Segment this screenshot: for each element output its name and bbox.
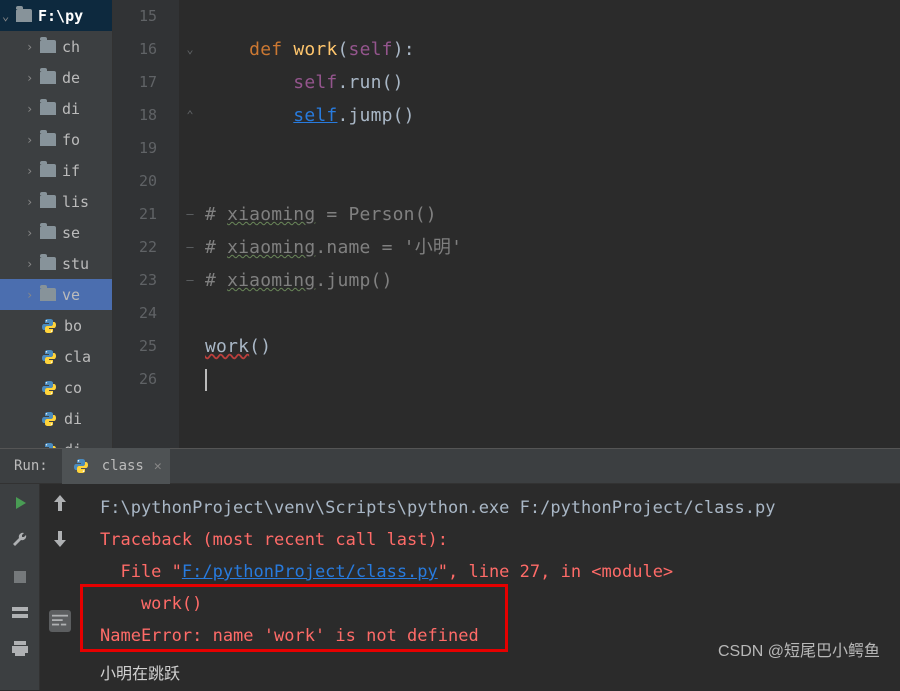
tree-item[interactable]: cla: [0, 341, 112, 372]
line-number: 25: [113, 330, 157, 363]
tree-item-label: if: [62, 162, 80, 180]
layout-button[interactable]: [9, 602, 31, 624]
tree-item-label: di: [64, 410, 82, 428]
tree-item[interactable]: › di: [0, 93, 112, 124]
tree-item-label: lis: [62, 193, 89, 211]
tree-item[interactable]: bo: [0, 310, 112, 341]
tree-item-label: bo: [64, 317, 82, 335]
chevron-right-icon: ›: [26, 195, 40, 209]
text-cursor: [205, 369, 207, 391]
chevron-right-icon: ›: [26, 164, 40, 178]
python-icon: [40, 441, 58, 449]
tree-item[interactable]: di: [0, 403, 112, 434]
fold-marker[interactable]: –: [184, 273, 196, 287]
tree-item[interactable]: › ch: [0, 31, 112, 62]
fold-marker[interactable]: ⌃: [184, 108, 196, 122]
python-icon: [40, 410, 58, 428]
folder-icon: [40, 195, 56, 208]
tree-item[interactable]: › lis: [0, 186, 112, 217]
folder-icon: [40, 257, 56, 270]
line-number: 20: [113, 165, 157, 198]
print-button[interactable]: [9, 638, 31, 660]
line-number: 21: [113, 198, 157, 231]
tree-item[interactable]: › se: [0, 217, 112, 248]
python-icon: [40, 379, 58, 397]
folder-icon: [40, 226, 56, 239]
tree-item[interactable]: › if: [0, 155, 112, 186]
code-content[interactable]: def work(self): self.run() self.jump() #…: [179, 0, 900, 448]
tree-item[interactable]: di: [0, 434, 112, 448]
chevron-right-icon: ›: [26, 288, 40, 302]
line-number: 18: [113, 99, 157, 132]
line-number: 17: [113, 66, 157, 99]
chevron-right-icon: ›: [26, 226, 40, 240]
chevron-right-icon: ›: [26, 257, 40, 271]
line-gutter: 151617181920212223242526: [113, 0, 179, 448]
tree-item-label: co: [64, 379, 82, 397]
folder-icon: [40, 71, 56, 84]
chevron-down-icon: ⌄: [2, 9, 16, 23]
project-tree[interactable]: ⌄ F:\py › ch › de › di › fo › if › lis › se › stu › ve bo c…: [0, 0, 113, 448]
line-number: 24: [113, 297, 157, 330]
tree-item[interactable]: › ve: [0, 279, 112, 310]
tree-item-label: ve: [62, 286, 80, 304]
line-number: 19: [113, 132, 157, 165]
tree-item-label: di: [64, 441, 82, 449]
console-command: F:\pythonProject\venv\Scripts\python.exe…: [100, 492, 900, 524]
traceback-call: work(): [100, 588, 900, 620]
traceback-header: Traceback (most recent call last):: [100, 524, 900, 556]
tree-item-label: se: [62, 224, 80, 242]
fold-marker[interactable]: –: [184, 240, 196, 254]
fold-marker[interactable]: –: [184, 207, 196, 221]
tree-item-label: ch: [62, 38, 80, 56]
tree-item[interactable]: › fo: [0, 124, 112, 155]
line-number: 16: [113, 33, 157, 66]
folder-icon: [40, 133, 56, 146]
chevron-right-icon: ›: [26, 133, 40, 147]
run-label: Run:: [0, 458, 62, 474]
soft-wrap-button[interactable]: [49, 610, 71, 632]
folder-icon: [40, 288, 56, 301]
line-number: 15: [113, 0, 157, 33]
file-link[interactable]: F:/pythonProject/class.py: [182, 562, 438, 582]
stdout-line: 小明在跳跃: [100, 660, 180, 684]
run-toolbar-left: [0, 448, 40, 690]
tree-item-label: stu: [62, 255, 89, 273]
tree-item-label: de: [62, 69, 80, 87]
traceback-file-line: File "F:/pythonProject/class.py", line 2…: [100, 556, 900, 588]
python-icon: [40, 348, 58, 366]
watermark: CSDN @短尾巴小鳄鱼: [718, 637, 880, 661]
up-arrow-icon[interactable]: [49, 492, 71, 514]
folder-icon: [40, 40, 56, 53]
down-arrow-icon[interactable]: [49, 528, 71, 550]
rerun-button[interactable]: [9, 492, 31, 514]
tree-item[interactable]: › de: [0, 62, 112, 93]
stop-button[interactable]: [9, 566, 31, 588]
tree-item[interactable]: co: [0, 372, 112, 403]
tree-item-label: cla: [64, 348, 91, 366]
chevron-right-icon: ›: [26, 102, 40, 116]
wrench-icon[interactable]: [9, 528, 31, 550]
fold-marker[interactable]: ⌄: [184, 42, 196, 56]
tree-item-label: di: [62, 100, 80, 118]
folder-icon: [40, 102, 56, 115]
root-label: F:\py: [38, 7, 83, 25]
tree-item-label: fo: [62, 131, 80, 149]
chevron-right-icon: ›: [26, 40, 40, 54]
tree-item[interactable]: › stu: [0, 248, 112, 279]
tree-root[interactable]: ⌄ F:\py: [0, 0, 112, 31]
chevron-right-icon: ›: [26, 71, 40, 85]
code-editor[interactable]: 151617181920212223242526 def work(self):…: [113, 0, 900, 448]
line-number: 26: [113, 363, 157, 396]
folder-icon: [16, 9, 32, 22]
python-icon: [40, 317, 58, 335]
folder-icon: [40, 164, 56, 177]
line-number: 22: [113, 231, 157, 264]
line-number: 23: [113, 264, 157, 297]
run-toolbar-inner: [40, 448, 80, 690]
